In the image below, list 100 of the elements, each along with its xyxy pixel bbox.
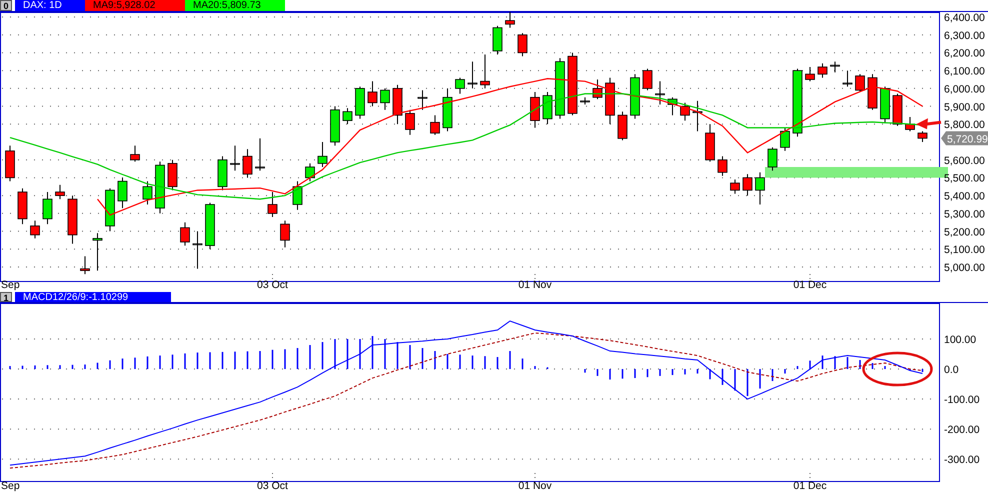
candlestick <box>705 124 715 162</box>
candlestick <box>805 66 815 82</box>
candlestick <box>130 145 140 162</box>
candlestick <box>755 172 765 205</box>
candlestick <box>892 93 902 126</box>
candlestick <box>342 108 352 125</box>
panel-index: 1 <box>0 292 12 302</box>
axis-label: 5,900.00 <box>944 101 985 114</box>
candlestick <box>418 90 428 110</box>
candlestick <box>868 74 878 110</box>
axis-label: 6,000.00 <box>944 83 985 96</box>
candlestick <box>455 77 465 94</box>
candlestick <box>218 156 228 191</box>
candlestick <box>580 96 590 105</box>
axis-label: -200.00 <box>944 424 980 436</box>
candlestick <box>205 202 215 250</box>
candlestick <box>718 156 728 176</box>
candlestick <box>392 84 402 125</box>
candlestick <box>792 68 802 138</box>
axis-label: 5,300.00 <box>944 208 985 220</box>
candlestick <box>305 162 315 182</box>
candlestick <box>92 232 102 272</box>
candlestick <box>730 179 740 194</box>
candlestick <box>542 92 552 125</box>
axis-label: 5,400.00 <box>944 190 985 203</box>
legend-label: MACD12/26/9:-1.10299 <box>15 292 171 302</box>
candlestick <box>768 146 778 172</box>
candlestick <box>555 58 565 120</box>
axis-label: 5,800.00 <box>944 119 985 132</box>
axis-label: 0.0 <box>944 364 959 376</box>
candlestick <box>142 180 152 205</box>
candlestick <box>492 25 502 55</box>
axis-label: 5,500.00 <box>944 172 985 185</box>
candlestick <box>880 86 890 123</box>
candlestick <box>42 192 52 225</box>
candlestick <box>192 230 202 270</box>
candlestick <box>530 92 540 128</box>
candlestick <box>405 109 415 136</box>
candlestick <box>780 127 790 152</box>
axis-label: 6,200.00 <box>944 48 985 60</box>
candlestick <box>592 79 602 100</box>
candlestick <box>5 145 15 182</box>
date-label: Sep <box>1 279 20 291</box>
candlestick <box>168 159 178 191</box>
candlestick <box>180 222 190 246</box>
legend-label: MA20:5,809.73 <box>185 0 285 11</box>
date-label: 01 Dec <box>793 279 827 291</box>
date-label: 01 Nov <box>518 480 552 492</box>
date-label: Sep <box>1 480 20 492</box>
candlestick <box>668 96 678 116</box>
candlestick <box>68 195 78 244</box>
axis-label: 6,400.00 <box>944 12 985 24</box>
candlestick <box>368 80 378 107</box>
candlestick <box>505 12 515 28</box>
date-label: 01 Dec <box>793 480 827 492</box>
axis-label: 6,300.00 <box>944 30 985 42</box>
axis-label: 5,000.00 <box>944 262 985 274</box>
candlestick <box>518 32 528 57</box>
candlestick <box>568 52 578 116</box>
candlestick <box>605 77 615 125</box>
axis-label: 5,600.00 <box>944 154 985 167</box>
candlestick <box>292 180 302 210</box>
candlestick <box>442 88 452 132</box>
candlestick <box>742 174 752 196</box>
candlestick <box>118 177 128 209</box>
candlestick <box>18 188 28 225</box>
candlestick <box>830 61 840 73</box>
candlestick <box>468 61 478 89</box>
candlestick <box>230 145 240 172</box>
candlestick <box>30 220 40 239</box>
highlight-ellipse <box>862 352 933 386</box>
candlestick <box>268 192 278 218</box>
candlestick <box>155 161 165 214</box>
price-tag: 5,720.99 <box>941 131 988 146</box>
candlestick <box>630 74 640 120</box>
candlestick <box>80 256 90 275</box>
candlestick <box>242 148 252 178</box>
candlestick <box>480 54 490 89</box>
panel-index: 0 <box>0 0 12 11</box>
candlestick <box>918 130 928 142</box>
candlestick <box>855 74 865 92</box>
date-label: 03 Oct <box>257 279 288 291</box>
candlestick <box>105 188 115 232</box>
axis-label: -100.00 <box>944 394 980 406</box>
candlestick <box>318 142 328 168</box>
axis-label: 5,200.00 <box>944 226 985 238</box>
pointer-arrow <box>916 118 942 130</box>
candlestick <box>55 184 65 200</box>
candlestick <box>642 68 652 91</box>
candlestick <box>905 116 915 132</box>
legend-label: MA9:5,928.02 <box>85 0 185 11</box>
candlestick <box>430 114 440 136</box>
legend-label: DAX: 1D <box>15 0 85 11</box>
candlestick <box>680 102 690 122</box>
candlestick <box>692 100 702 132</box>
axis-label: 100.00 <box>944 334 976 346</box>
candlestick <box>655 80 665 105</box>
candlestick <box>330 106 340 146</box>
date-label: 01 Nov <box>518 279 552 291</box>
candlestick <box>618 111 628 141</box>
